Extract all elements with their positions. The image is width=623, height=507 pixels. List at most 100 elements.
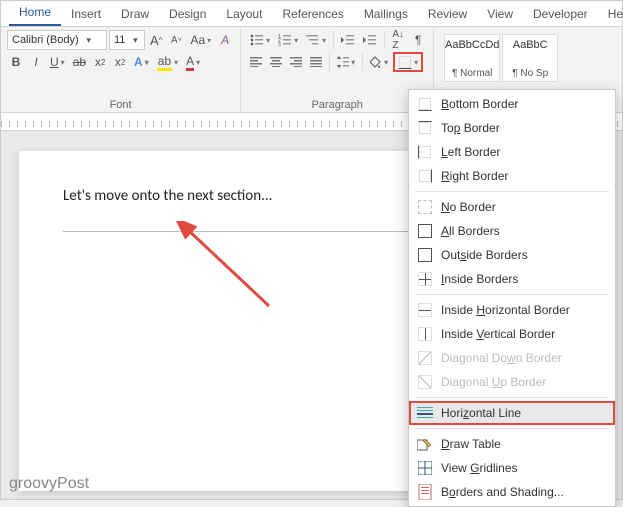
menu-item-label: Inside Horizontal Border (441, 303, 570, 317)
border-icon (398, 55, 412, 69)
watermark: groovyPost (9, 475, 89, 493)
menu-item-label: Outside Borders (441, 248, 528, 262)
ribbon-tab-layout[interactable]: Layout (216, 3, 272, 26)
ribbon-tab-insert[interactable]: Insert (61, 3, 111, 26)
menu-item-label: Inside Vertical Border (441, 327, 555, 341)
line-spacing-button[interactable]: ▾ (334, 52, 358, 72)
shading-button[interactable]: ▾ (367, 52, 391, 72)
style-1[interactable]: AaBbC¶ No Sp (502, 34, 558, 82)
bullets-button[interactable]: ▾ (247, 30, 273, 50)
paragraph-group-label: Paragraph (247, 97, 427, 111)
menu-separator (415, 397, 609, 398)
border-menu-dialog[interactable]: Borders and Shading... (409, 480, 615, 504)
decrease-indent-button[interactable] (338, 30, 358, 50)
increase-indent-button[interactable] (360, 30, 380, 50)
borders-button[interactable]: ▾ (393, 52, 423, 72)
border-menu-outside[interactable]: Outside Borders (409, 243, 615, 267)
superscript-button[interactable]: x2 (111, 52, 129, 72)
clear-formatting-button[interactable]: A (216, 30, 234, 50)
border-menu-hline[interactable]: Horizontal Line (409, 401, 615, 425)
border-menu-iv[interactable]: Inside Vertical Border (409, 322, 615, 346)
annotation-arrow-icon (169, 221, 279, 311)
hline-icon (417, 405, 433, 421)
dialog-icon (417, 484, 433, 500)
justify-button[interactable] (307, 52, 325, 72)
border-menu-du: Diagonal Up Border (409, 370, 615, 394)
ribbon-tab-review[interactable]: Review (418, 3, 477, 26)
chevron-down-icon: ▾ (129, 35, 141, 46)
italic-button[interactable]: I (27, 52, 45, 72)
bottom-icon (417, 96, 433, 112)
menu-item-label: Borders and Shading... (441, 485, 564, 499)
sort-button[interactable]: A↓Z (389, 30, 407, 50)
font-group: Calibri (Body) ▾ 11 ▾ A^ A˅ Aa▾ A B I U▾… (1, 27, 241, 112)
bold-button[interactable]: B (7, 52, 25, 72)
shrink-font-button[interactable]: A˅ (167, 30, 185, 50)
iv-icon (417, 326, 433, 342)
menu-item-label: All Borders (441, 224, 500, 238)
grid-icon (417, 460, 433, 476)
align-left-button[interactable] (247, 52, 265, 72)
menu-item-label: Inside Borders (441, 272, 518, 286)
menu-item-label: No Border (441, 200, 496, 214)
border-menu-dd: Diagonal Down Border (409, 346, 615, 370)
paragraph-group: ▾ 123▾ ▾ A↓Z ¶ ▾ ▾ ▾ Par (241, 27, 434, 112)
text-effects-button[interactable]: A▾ (131, 52, 152, 72)
border-menu-left[interactable]: Left Border (409, 140, 615, 164)
font-size-combo[interactable]: 11 ▾ (109, 30, 145, 50)
none-icon (417, 199, 433, 215)
strikethrough-button[interactable]: ab (70, 52, 89, 72)
ribbon-tab-design[interactable]: Design (159, 3, 216, 26)
borders-dropdown-menu: Bottom Border Top Border Left Border Right … (408, 89, 616, 507)
ribbon-tab-references[interactable]: References (272, 3, 353, 26)
underline-button[interactable]: U▾ (47, 52, 68, 72)
ribbon-tab-developer[interactable]: Developer (523, 3, 598, 26)
ribbon-tab-home[interactable]: Home (9, 1, 61, 26)
font-group-label: Font (7, 97, 234, 111)
menu-separator (415, 191, 609, 192)
align-center-button[interactable] (267, 52, 285, 72)
ih-icon (417, 302, 433, 318)
grow-font-button[interactable]: A^ (147, 30, 165, 50)
border-menu-grid[interactable]: View Gridlines (409, 456, 615, 480)
border-menu-inside[interactable]: Inside Borders (409, 267, 615, 291)
highlight-button[interactable]: ab▾ (154, 52, 181, 72)
chevron-down-icon: ▾ (83, 35, 95, 46)
ribbon-tab-draw[interactable]: Draw (111, 3, 159, 26)
du-icon (417, 374, 433, 390)
border-menu-all[interactable]: All Borders (409, 219, 615, 243)
border-menu-draw[interactable]: Draw Table (409, 432, 615, 456)
numbering-button[interactable]: 123▾ (275, 30, 301, 50)
menu-item-label: Diagonal Down Border (441, 351, 562, 365)
all-icon (417, 223, 433, 239)
menu-separator (415, 294, 609, 295)
menu-separator (415, 428, 609, 429)
menu-item-label: View Gridlines (441, 461, 518, 475)
font-color-button[interactable]: A▾ (183, 52, 203, 72)
border-menu-ih[interactable]: Inside Horizontal Border (409, 298, 615, 322)
draw-icon (417, 436, 433, 452)
change-case-button[interactable]: Aa▾ (187, 30, 214, 50)
font-size-value: 11 (110, 34, 129, 46)
border-menu-right[interactable]: Right Border (409, 164, 615, 188)
ribbon-tab-view[interactable]: View (477, 3, 523, 26)
menu-item-label: Draw Table (441, 437, 501, 451)
style-0[interactable]: AaBbCcDd¶ Normal (444, 34, 500, 82)
show-marks-button[interactable]: ¶ (409, 30, 427, 50)
dd-icon (417, 350, 433, 366)
multilevel-list-button[interactable]: ▾ (303, 30, 329, 50)
border-menu-top[interactable]: Top Border (409, 116, 615, 140)
border-menu-bottom[interactable]: Bottom Border (409, 92, 615, 116)
menu-item-label: Horizontal Line (441, 406, 521, 420)
ribbon-tab-help[interactable]: Help (598, 3, 623, 26)
align-right-button[interactable] (287, 52, 305, 72)
border-menu-none[interactable]: No Border (409, 195, 615, 219)
ribbon-tab-mailings[interactable]: Mailings (354, 3, 418, 26)
font-name-combo[interactable]: Calibri (Body) ▾ (7, 30, 107, 50)
menu-item-label: Left Border (441, 145, 500, 159)
subscript-button[interactable]: x2 (91, 52, 109, 72)
inside-icon (417, 271, 433, 287)
top-icon (417, 120, 433, 136)
menu-item-label: Bottom Border (441, 97, 518, 111)
right-icon (417, 168, 433, 184)
